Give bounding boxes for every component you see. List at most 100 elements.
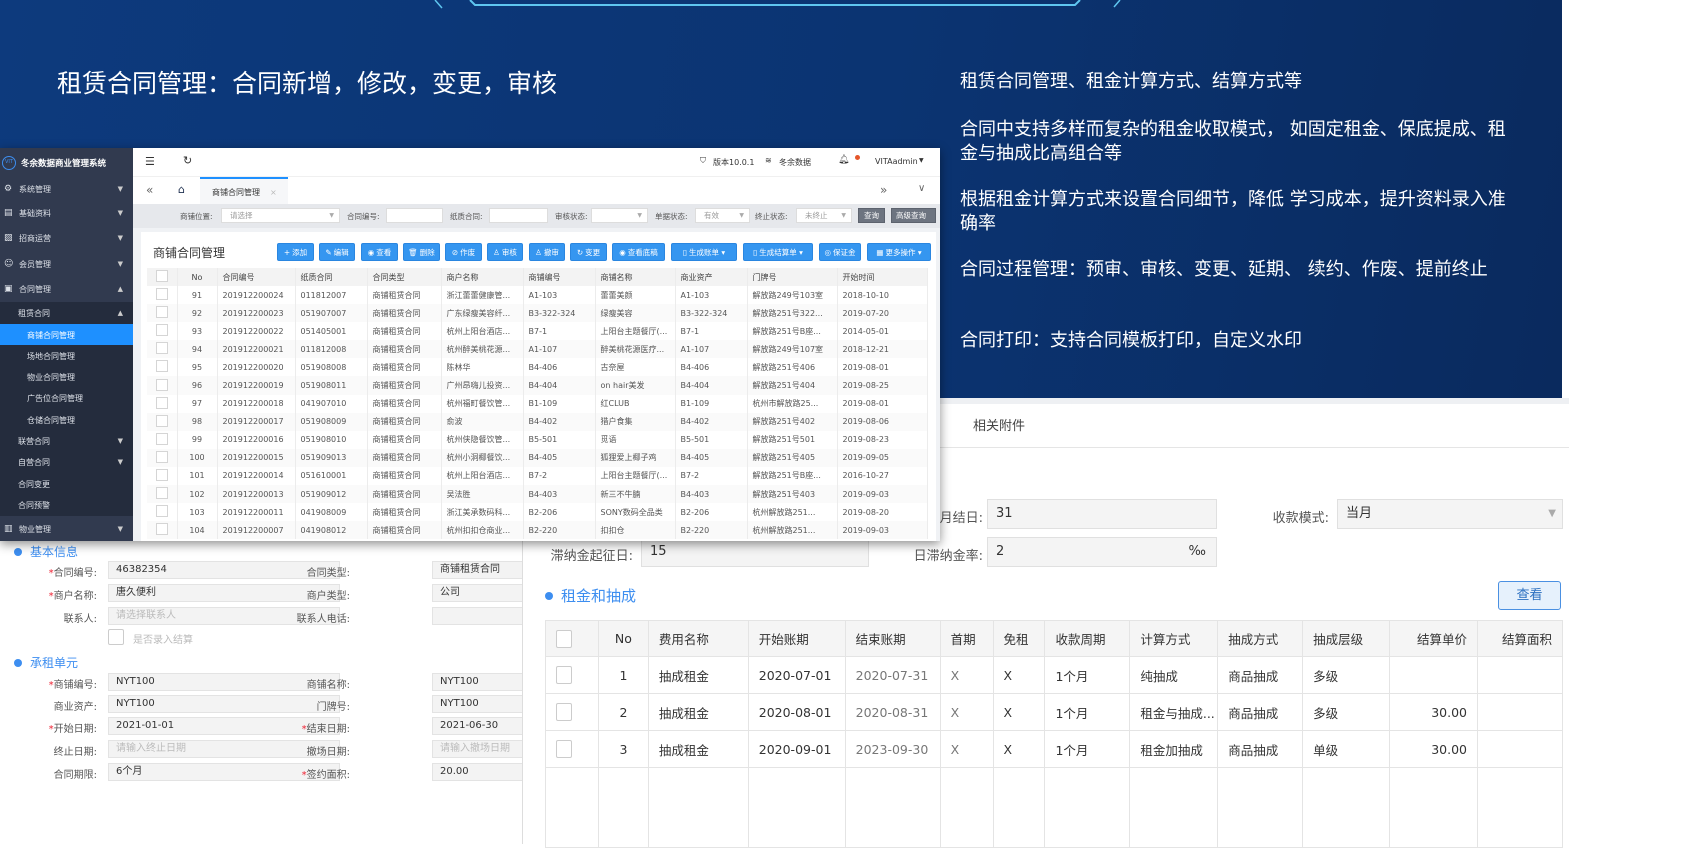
tab-shop-contract[interactable]: 商铺合同管理 ×: [200, 177, 288, 205]
chevron-down-icon[interactable]: ∨: [918, 183, 925, 194]
row-select[interactable]: [545, 656, 599, 694]
checkbox[interactable]: [556, 703, 572, 721]
sidebar-item[interactable]: 租赁合同 ▲: [0, 302, 133, 324]
sidebar-item[interactable]: ☺ 会员管理 ▼: [0, 253, 133, 275]
table-row[interactable]: 98 201912200017 051908009 商铺租赁合同 俞波 B4-402 猎户食…: [147, 412, 928, 431]
sidebar-item[interactable]: ▨ 招商运营 ▼: [0, 227, 133, 249]
toolbar-button[interactable]: ▯ 生成结算单 ▾: [743, 243, 813, 261]
row-select[interactable]: [147, 521, 178, 540]
table-row[interactable]: 92 201912200023 051907007 商铺租赁合同 广东绿瘦美容纤... B…: [147, 304, 928, 323]
row-select[interactable]: [147, 340, 178, 359]
user-name[interactable]: VITAadmin: [875, 157, 918, 166]
table-row[interactable]: 94 201912200021 011812008 商铺租赁合同 杭州醉美桃花源... A…: [147, 340, 928, 359]
form-input[interactable]: 请输入撤场日期: [432, 740, 532, 758]
close-icon[interactable]: ×: [270, 188, 277, 197]
select-all-checkbox[interactable]: [556, 629, 572, 648]
checkbox[interactable]: [556, 740, 572, 758]
table-row[interactable]: 103 201912200011 041908009 商铺租赁合同 浙江美承数码科...…: [147, 503, 928, 522]
table-row[interactable]: 96 201912200019 051908011 商铺租赁合同 广州昂嗨儿投资... B…: [147, 376, 928, 395]
row-select[interactable]: [545, 693, 599, 731]
sidebar-item[interactable]: 合同预警: [0, 494, 133, 516]
form-input[interactable]: NYT100: [432, 673, 532, 691]
table-row[interactable]: 99 201912200016 051908010 商铺租赁合同 杭州侠隐餐饮管... B…: [147, 430, 928, 449]
row-select[interactable]: [147, 448, 178, 467]
filter-input[interactable]: [489, 208, 548, 223]
toolbar-button[interactable]: ▯ 生成账单 ▾: [671, 243, 737, 261]
column-header[interactable]: 商铺名称: [595, 268, 676, 286]
checkbox[interactable]: [156, 487, 168, 500]
org-label[interactable]: 冬余数据: [779, 157, 811, 168]
table-row[interactable]: 91 201912200024 011812007 商铺租赁合同 浙江蕾蕾健康管... A…: [147, 286, 928, 305]
checkbox[interactable]: [156, 432, 168, 445]
search-button[interactable]: 查询: [858, 208, 885, 223]
column-header[interactable]: 合同类型: [367, 268, 442, 286]
checkbox[interactable]: [156, 414, 168, 427]
late-fee-start-input[interactable]: 15: [641, 537, 869, 567]
collect-mode-select[interactable]: 当月 ▼: [1337, 499, 1563, 529]
scroll-left-icon[interactable]: «: [146, 183, 153, 197]
column-header[interactable]: 开始时间: [837, 268, 928, 286]
form-input[interactable]: NYT100: [432, 695, 532, 713]
view-button[interactable]: 查看: [1498, 581, 1561, 610]
sidebar-item[interactable]: 仓储合同管理: [0, 409, 133, 431]
checkbox[interactable]: [156, 523, 168, 536]
sidebar-item[interactable]: ▥ 物业管理 ▼: [0, 518, 133, 540]
table-row[interactable]: 97 201912200018 041907010 商铺租赁合同 杭州福町餐饮管... B…: [147, 394, 928, 413]
caret-down-icon[interactable]: ▼: [919, 157, 924, 164]
table-row[interactable]: 93 201912200022 051405001 商铺租赁合同 杭州上阳台酒店... B…: [147, 322, 928, 341]
table-row[interactable]: 95 201912200020 051908008 商铺租赁合同 陈林华 B4-406 古奈…: [147, 358, 928, 377]
sidebar-item[interactable]: 自营合同 ▼: [0, 451, 133, 473]
toolbar-button[interactable]: ✎ 编辑: [319, 243, 355, 261]
month-end-input[interactable]: 31: [987, 499, 1217, 529]
sidebar-item[interactable]: ⚙ 系统管理 ▼: [0, 178, 133, 200]
filter-input[interactable]: [386, 208, 443, 223]
form-input[interactable]: [432, 607, 532, 625]
late-fee-rate-input[interactable]: 2 ‰: [987, 537, 1217, 567]
table-row[interactable]: 101 201912200014 051610001 商铺租赁合同 杭州上阳台酒店...…: [147, 466, 928, 486]
settlement-checkbox[interactable]: [108, 629, 124, 645]
select-all-checkbox[interactable]: [147, 268, 178, 286]
tab-attachments[interactable]: 相关附件: [973, 415, 1025, 434]
column-header[interactable]: No: [177, 268, 218, 286]
refresh-icon[interactable]: ↻: [183, 154, 192, 167]
table-row[interactable]: 3 抽成租金 2020-09-01 2023-09-30 X X 1个月 租金加抽成 商品抽成单…: [545, 730, 1564, 768]
row-select[interactable]: [147, 304, 178, 323]
row-select[interactable]: [147, 358, 178, 377]
advanced-search-button[interactable]: 高级查询: [891, 208, 936, 223]
column-header[interactable]: 门牌号: [747, 268, 838, 286]
home-icon[interactable]: ⌂: [178, 183, 185, 196]
form-input[interactable]: 商铺租赁合同: [432, 561, 532, 579]
row-select[interactable]: [147, 394, 178, 413]
row-select[interactable]: [147, 322, 178, 341]
row-select[interactable]: [545, 730, 599, 768]
toolbar-button[interactable]: ◉ 查看底稿: [612, 243, 665, 261]
toolbar-button[interactable]: ▦ 更多操作 ▾: [867, 243, 931, 261]
filter-select[interactable]: ▼: [591, 208, 648, 223]
table-row[interactable]: 100 201912200015 051909013 商铺租赁合同 杭州小洞椰餐饮...…: [147, 448, 928, 467]
row-select[interactable]: [147, 430, 178, 449]
bell-icon[interactable]: 🔔︎: [838, 155, 849, 165]
checkbox[interactable]: [156, 360, 168, 373]
form-input[interactable]: 2021-06-30: [432, 717, 532, 735]
row-select[interactable]: [147, 466, 178, 486]
checkbox[interactable]: [156, 396, 168, 409]
filter-select[interactable]: 请选择 ▼: [221, 208, 340, 223]
row-select[interactable]: [147, 485, 178, 504]
checkbox[interactable]: [156, 378, 168, 391]
checkbox[interactable]: [156, 324, 168, 337]
checkbox[interactable]: [156, 270, 168, 282]
sidebar-item[interactable]: 商铺合同管理: [0, 324, 133, 346]
toolbar-button[interactable]: ⊘ 作废: [445, 243, 482, 261]
column-header[interactable]: 商铺编号: [523, 268, 596, 286]
column-header[interactable]: 商业资产: [675, 268, 748, 286]
sidebar-item[interactable]: 广告位合同管理: [0, 387, 133, 409]
column-header[interactable]: 纸质合同: [295, 268, 368, 286]
toolbar-button[interactable]: + 添加: [277, 243, 314, 261]
table-row[interactable]: 102 201912200013 051909012 商铺租赁合同 吴法胜 B4-403 新…: [147, 485, 928, 504]
column-header[interactable]: 合同编号: [217, 268, 296, 286]
toolbar-button[interactable]: ♙ 撤审: [529, 243, 565, 261]
table-row[interactable]: 2 抽成租金 2020-08-01 2020-08-31 X X 1个月 租金与抽成... 商品…: [545, 693, 1564, 731]
checkbox[interactable]: [156, 306, 168, 319]
toolbar-button[interactable]: 🗑 删除: [403, 243, 440, 261]
sidebar-item[interactable]: ▤ 基础资料 ▼: [0, 202, 133, 224]
